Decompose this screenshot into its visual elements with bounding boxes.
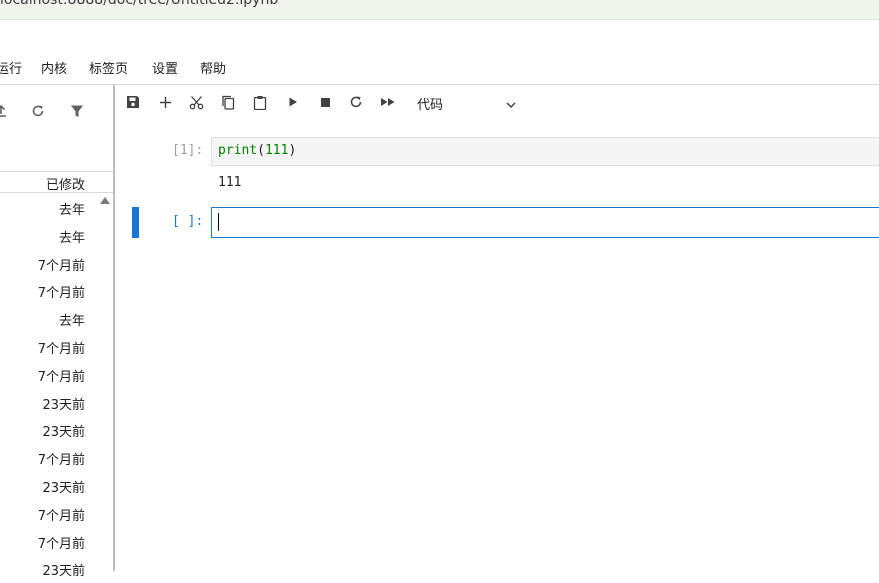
copy-icon[interactable] <box>219 93 237 111</box>
file-row[interactable]: 23天前 <box>0 416 100 444</box>
upload-icon[interactable] <box>0 102 10 120</box>
active-cell-indicator[interactable] <box>132 207 139 238</box>
modified-time: 7个月前 <box>37 258 85 274</box>
modified-time: 去年 <box>58 314 85 330</box>
file-row[interactable]: 7个月前 <box>0 333 100 361</box>
notebook-toolbar: 代码 <box>115 85 879 121</box>
modified-time: 去年 <box>58 203 85 218</box>
code-token-paren: ( <box>257 143 265 158</box>
code-token-paren: ) <box>288 143 297 158</box>
column-header-label: 已修改 <box>45 178 85 193</box>
header-bottom-divider <box>0 192 113 193</box>
file-row[interactable]: 7个月前 <box>0 277 100 305</box>
modified-time: 7个月前 <box>37 341 85 357</box>
scroll-up-arrow-icon[interactable] <box>100 197 110 204</box>
restart-icon[interactable] <box>347 93 365 111</box>
menu-tabs[interactable]: 标签页 <box>89 58 128 77</box>
menu-help[interactable]: 帮助 <box>200 58 226 77</box>
file-row[interactable]: 7个月前 <box>0 250 100 278</box>
file-row[interactable]: 23天前 <box>0 472 100 500</box>
modified-time: 7个月前 <box>37 453 85 469</box>
chevron-down-icon <box>505 96 517 115</box>
file-row[interactable]: 23天前 <box>0 555 100 583</box>
modified-time: 7个月前 <box>37 508 85 524</box>
text-caret <box>218 213 219 231</box>
file-row[interactable]: 7个月前 <box>0 528 100 556</box>
modified-time: 7个月前 <box>37 536 85 552</box>
panel-splitter[interactable] <box>113 85 115 571</box>
code-cell-input-active[interactable] <box>211 207 879 238</box>
modified-time: 23天前 <box>42 397 85 413</box>
file-row[interactable]: 7个月前 <box>0 444 100 472</box>
cell-type-value: 代码 <box>417 98 444 113</box>
filter-icon[interactable] <box>68 102 86 120</box>
refresh-icon[interactable] <box>29 102 47 120</box>
code-cell-input[interactable] <box>211 137 879 166</box>
code-token-function: print <box>218 143 258 158</box>
cut-icon[interactable] <box>187 93 205 111</box>
modified-time: 23天前 <box>42 480 85 496</box>
menu-kernel[interactable]: 内核 <box>41 58 67 77</box>
cell-type-select[interactable]: 代码 <box>415 93 519 113</box>
file-row[interactable]: 23天前 <box>0 389 100 417</box>
address-url[interactable]: localhost:8888/doc/tree/Untitled2.ipynb <box>0 0 278 8</box>
file-row[interactable]: 去年 <box>0 194 100 222</box>
add-cell-icon[interactable] <box>156 93 174 111</box>
file-row[interactable]: 7个月前 <box>0 500 100 528</box>
modified-time: 7个月前 <box>37 369 85 385</box>
input-prompt: [1]: <box>172 143 204 158</box>
code-token-number: 111 <box>264 143 289 158</box>
file-list: 去年 去年 7个月前 7个月前 去年 7个月前 7个月前 23天前 23天前 7… <box>0 194 100 583</box>
modified-time: 23天前 <box>42 564 85 580</box>
modified-time: 去年 <box>58 230 85 246</box>
code-line[interactable]: print(111) <box>218 143 296 158</box>
run-all-icon[interactable] <box>379 93 397 111</box>
file-row[interactable]: 7个月前 <box>0 361 100 389</box>
file-row[interactable]: 去年 <box>0 305 100 333</box>
menu-run[interactable]: 运行 <box>0 58 22 77</box>
column-header-modified[interactable]: 已修改 <box>0 172 113 193</box>
stop-icon[interactable] <box>316 93 334 111</box>
input-prompt: [ ]: <box>172 214 204 229</box>
address-bar[interactable]: localhost:8888/doc/tree/Untitled2.ipynb <box>0 0 879 20</box>
file-row[interactable]: 去年 <box>0 222 100 250</box>
modified-time: 7个月前 <box>37 286 85 302</box>
run-icon[interactable] <box>284 93 302 111</box>
file-browser-panel: 已修改 去年 去年 7个月前 7个月前 去年 7个月前 7个月前 23天前 23… <box>0 85 113 579</box>
paste-icon[interactable] <box>251 93 269 111</box>
save-icon[interactable] <box>124 93 142 111</box>
menu-settings[interactable]: 设置 <box>152 58 178 77</box>
cell-output: 111 <box>218 175 242 190</box>
modified-time: 23天前 <box>42 425 85 441</box>
